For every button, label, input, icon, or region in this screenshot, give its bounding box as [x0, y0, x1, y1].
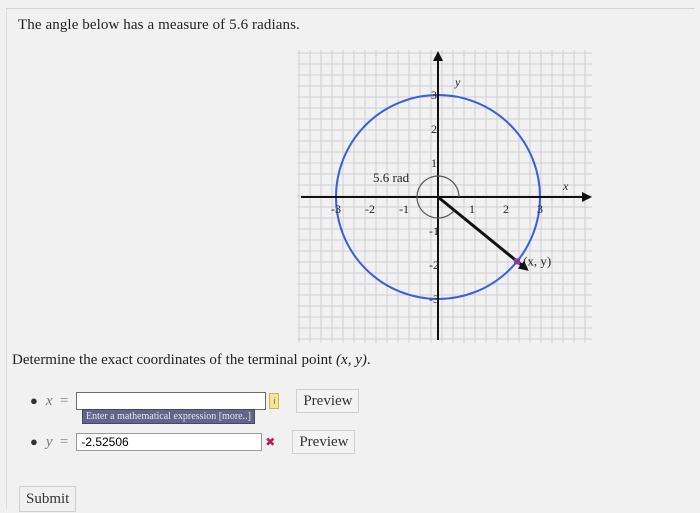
- x-tick-label: 1: [469, 202, 475, 216]
- x-tick-label: 2: [503, 202, 509, 216]
- y-variable-label: y: [45, 433, 53, 450]
- terminal-ray: [437, 195, 529, 271]
- y-tick-label: -2: [429, 258, 439, 272]
- bullet: ●: [30, 434, 38, 449]
- terminal-point-marker: [514, 258, 521, 265]
- y-tick-label: 3: [431, 88, 437, 102]
- x-tick-label: -2: [365, 202, 375, 216]
- x-equals-sign: =: [59, 392, 69, 409]
- y-preview-button[interactable]: Preview: [292, 430, 356, 454]
- y-tick-label: 2: [431, 122, 437, 136]
- y-axis-label: y: [454, 75, 461, 89]
- unit-circle-graph: -3 -2 -1 1 2 3 3 2 1 -1 -2 -3 x y 5.6 rad (x, y): [297, 50, 592, 343]
- y-answer-input[interactable]: [76, 433, 263, 451]
- question-math: (x, y): [336, 352, 367, 368]
- problem-intro: The angle below has a measure of 5.6 rad…: [18, 17, 300, 33]
- y-tick-label: 1: [431, 156, 437, 170]
- x-preview-button[interactable]: Preview: [296, 389, 360, 413]
- incorrect-icon: ✖: [265, 435, 276, 449]
- x-tick-label: 3: [537, 202, 543, 216]
- x-tick-label: -1: [399, 202, 409, 216]
- y-equals-sign: =: [59, 433, 69, 450]
- bullet: ●: [30, 393, 38, 408]
- terminal-point-label: (x, y): [523, 253, 551, 268]
- x-answer-input[interactable]: [76, 392, 267, 410]
- x-variable-label: x: [45, 392, 53, 409]
- answer-row-y: ● y = ✖ Preview: [30, 430, 356, 454]
- input-hint-tooltip[interactable]: Enter a mathematical expression [more..]: [82, 409, 255, 424]
- y-status: ✖: [264, 433, 276, 451]
- question-prefix: Determine the exact coordinates of the t…: [12, 352, 337, 368]
- angle-label: 5.6 rad: [373, 170, 410, 185]
- question-text: Determine the exact coordinates of the t…: [12, 352, 371, 369]
- info-icon[interactable]: i: [269, 393, 280, 409]
- x-axis-label: x: [562, 179, 569, 193]
- y-tick-label: -1: [429, 224, 439, 238]
- x-tick-label: -3: [331, 202, 341, 216]
- x-status: i: [268, 392, 280, 410]
- submit-button[interactable]: Submit: [19, 486, 77, 512]
- question-suffix: .: [366, 352, 371, 368]
- y-tick-label: -3: [429, 292, 439, 306]
